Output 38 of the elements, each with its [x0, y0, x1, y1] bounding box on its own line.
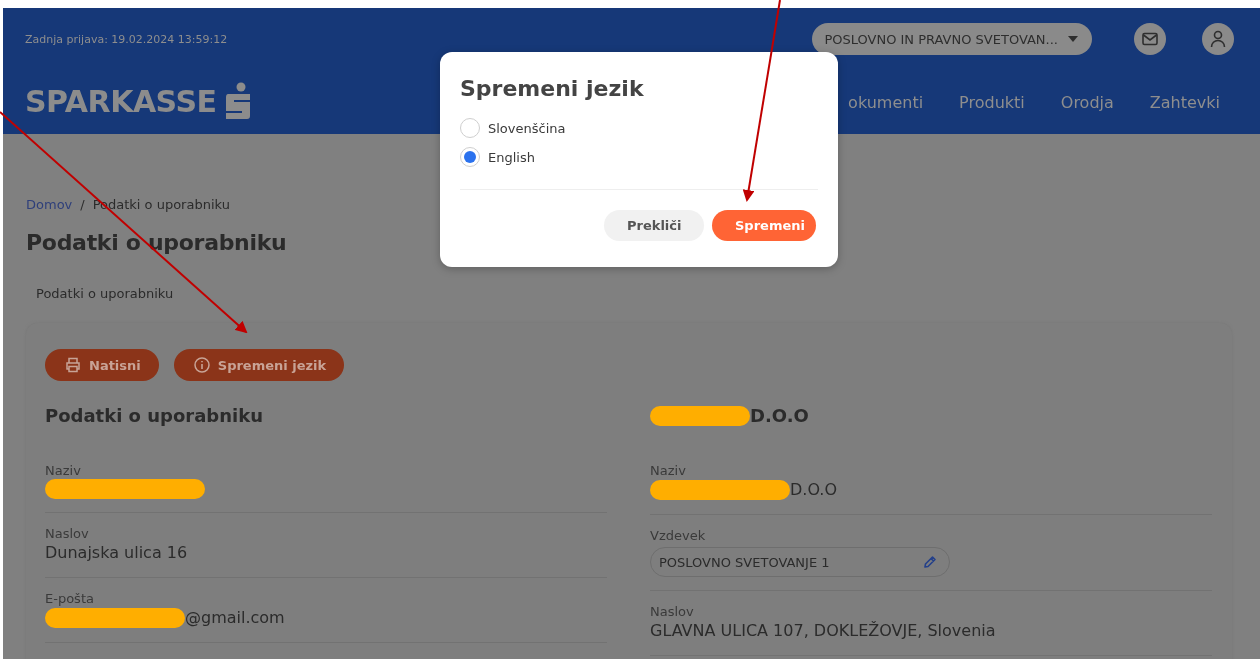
- field-value: GLAVNA ULICA 107, DOKLEŽOVJE, Slovenia: [650, 620, 996, 642]
- field-value: @gmail.com: [185, 607, 285, 629]
- user-button[interactable]: [1202, 23, 1234, 55]
- pencil-icon: [923, 555, 937, 569]
- section-tab[interactable]: Podatki o uporabniku: [36, 286, 174, 302]
- field-label: Naziv: [650, 463, 687, 479]
- account-dropdown[interactable]: POSLOVNO IN PRAVNO SVETOVAN...: [812, 23, 1092, 55]
- cancel-button[interactable]: Prekliči: [604, 210, 704, 241]
- caret-icon: [1068, 36, 1078, 42]
- nav-link[interactable]: Zahtevki: [1149, 92, 1220, 112]
- dialog-title: Spremeni jezik: [460, 75, 645, 103]
- logo-text: SPARKASSE: [25, 87, 217, 117]
- breadcrumb-link[interactable]: Domov: [26, 197, 73, 213]
- change-language-button[interactable]: Spremeni jezik: [173, 349, 345, 381]
- nav-link[interactable]: Produkti: [959, 92, 1025, 112]
- printer-icon: [65, 357, 81, 373]
- field-label: E-pošta: [45, 591, 95, 607]
- save-button[interactable]: Spremeni: [712, 210, 816, 241]
- field-value: D.O.O: [790, 479, 838, 501]
- user-icon: [1210, 30, 1226, 48]
- nav-link[interactable]: Orodja: [1060, 92, 1114, 112]
- field-label: Naslov: [650, 604, 695, 620]
- last-login-text: Zadnja prijava: 19.02.2024 13:59:12: [25, 32, 229, 46]
- breadcrumb-separator: /: [80, 197, 85, 213]
- company-heading: D.O.O: [750, 404, 809, 428]
- mail-icon: [1142, 32, 1158, 46]
- field-label: Naziv: [45, 463, 82, 479]
- print-button[interactable]: Natisni: [45, 349, 159, 381]
- field-value: Dunajska ulica 16: [45, 542, 188, 564]
- field-label: Naslov: [45, 526, 90, 542]
- field-label: Vzdevek: [650, 528, 707, 544]
- nav-link[interactable]: okumenti: [848, 92, 924, 112]
- section-heading: Podatki o uporabniku: [45, 404, 264, 428]
- mail-button[interactable]: [1134, 23, 1166, 55]
- radio-label[interactable]: English: [488, 149, 535, 165]
- info-icon: [193, 357, 210, 373]
- page-title: Podatki o uporabniku: [26, 229, 288, 257]
- radio-label[interactable]: Slovenščina: [488, 120, 566, 136]
